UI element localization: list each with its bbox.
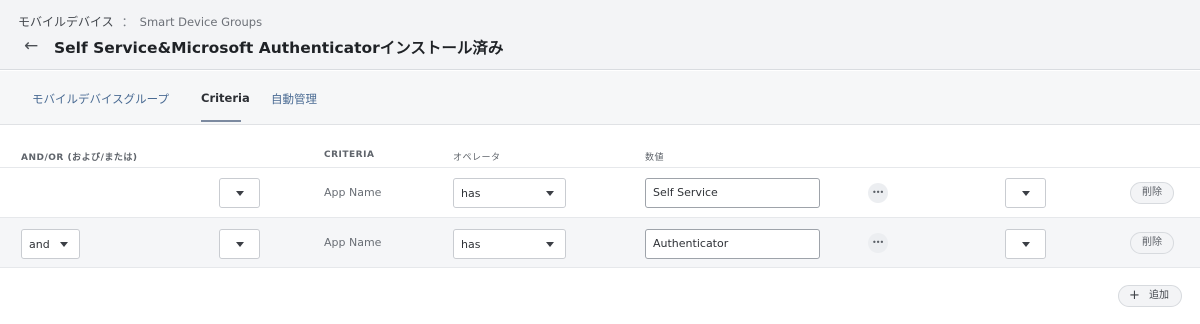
and-or-select[interactable]: and xyxy=(21,229,80,259)
column-header-value: 数値 xyxy=(645,153,665,163)
chevron-down-icon xyxy=(1022,242,1030,247)
breadcrumb-sub: Smart Device Groups xyxy=(139,15,263,29)
chevron-down-icon xyxy=(236,191,244,196)
column-header-and-or: AND/OR (および/または) xyxy=(21,153,138,163)
row-divider xyxy=(0,267,1200,268)
criteria-row: App Name has Self Service ••• 削除 xyxy=(0,167,1200,217)
plus-icon: + xyxy=(1129,288,1140,303)
back-arrow-icon[interactable]: ← xyxy=(24,36,44,56)
operator-select[interactable]: has xyxy=(453,178,566,208)
more-options-button[interactable]: ••• xyxy=(868,233,888,253)
operator-value: has xyxy=(461,238,481,251)
breadcrumb-separator: ： xyxy=(121,15,134,29)
tab-auto-management[interactable]: 自動管理 xyxy=(271,91,317,107)
add-label: 追加 xyxy=(1149,290,1169,301)
criteria-row: and App Name has Authenticator ••• 削除 xyxy=(0,217,1200,267)
chevron-down-icon xyxy=(1022,191,1030,196)
chevron-down-icon xyxy=(546,242,554,247)
criteria-name: App Name xyxy=(324,186,382,199)
chevron-down-icon xyxy=(236,242,244,247)
chevron-down-icon xyxy=(546,191,554,196)
and-or-value: and xyxy=(29,238,50,251)
operator-value: has xyxy=(461,187,481,200)
page-title: Self Service&Microsoft Authenticatorインスト… xyxy=(54,39,504,57)
active-tab-indicator xyxy=(201,120,241,122)
tab-criteria[interactable]: Criteria xyxy=(201,91,250,105)
tab-mobile-device-group[interactable]: モバイルデバイスグループ xyxy=(32,91,169,107)
ellipsis-icon: ••• xyxy=(872,188,884,197)
delete-button[interactable]: 削除 xyxy=(1130,182,1174,204)
close-paren-select[interactable] xyxy=(1005,229,1046,259)
tab-bar: モバイルデバイスグループ Criteria 自動管理 xyxy=(0,71,1200,125)
chevron-down-icon xyxy=(60,242,68,247)
open-paren-select[interactable] xyxy=(219,229,260,259)
operator-select[interactable]: has xyxy=(453,229,566,259)
breadcrumb: モバイルデバイス ： Smart Device Groups xyxy=(18,13,262,30)
column-header-criteria: CRITERIA xyxy=(324,150,375,160)
add-criteria-button[interactable]: + 追加 xyxy=(1118,285,1182,307)
close-paren-select[interactable] xyxy=(1005,178,1046,208)
value-input[interactable]: Self Service xyxy=(645,178,820,208)
page-header: モバイルデバイス ： Smart Device Groups ← Self Serv… xyxy=(0,0,1200,70)
open-paren-select[interactable] xyxy=(219,178,260,208)
more-options-button[interactable]: ••• xyxy=(868,183,888,203)
value-input[interactable]: Authenticator xyxy=(645,229,820,259)
breadcrumb-main[interactable]: モバイルデバイス xyxy=(18,15,114,29)
column-header-operator: オペレータ xyxy=(453,153,501,163)
ellipsis-icon: ••• xyxy=(872,238,884,247)
criteria-name: App Name xyxy=(324,236,382,249)
delete-button[interactable]: 削除 xyxy=(1130,232,1174,254)
